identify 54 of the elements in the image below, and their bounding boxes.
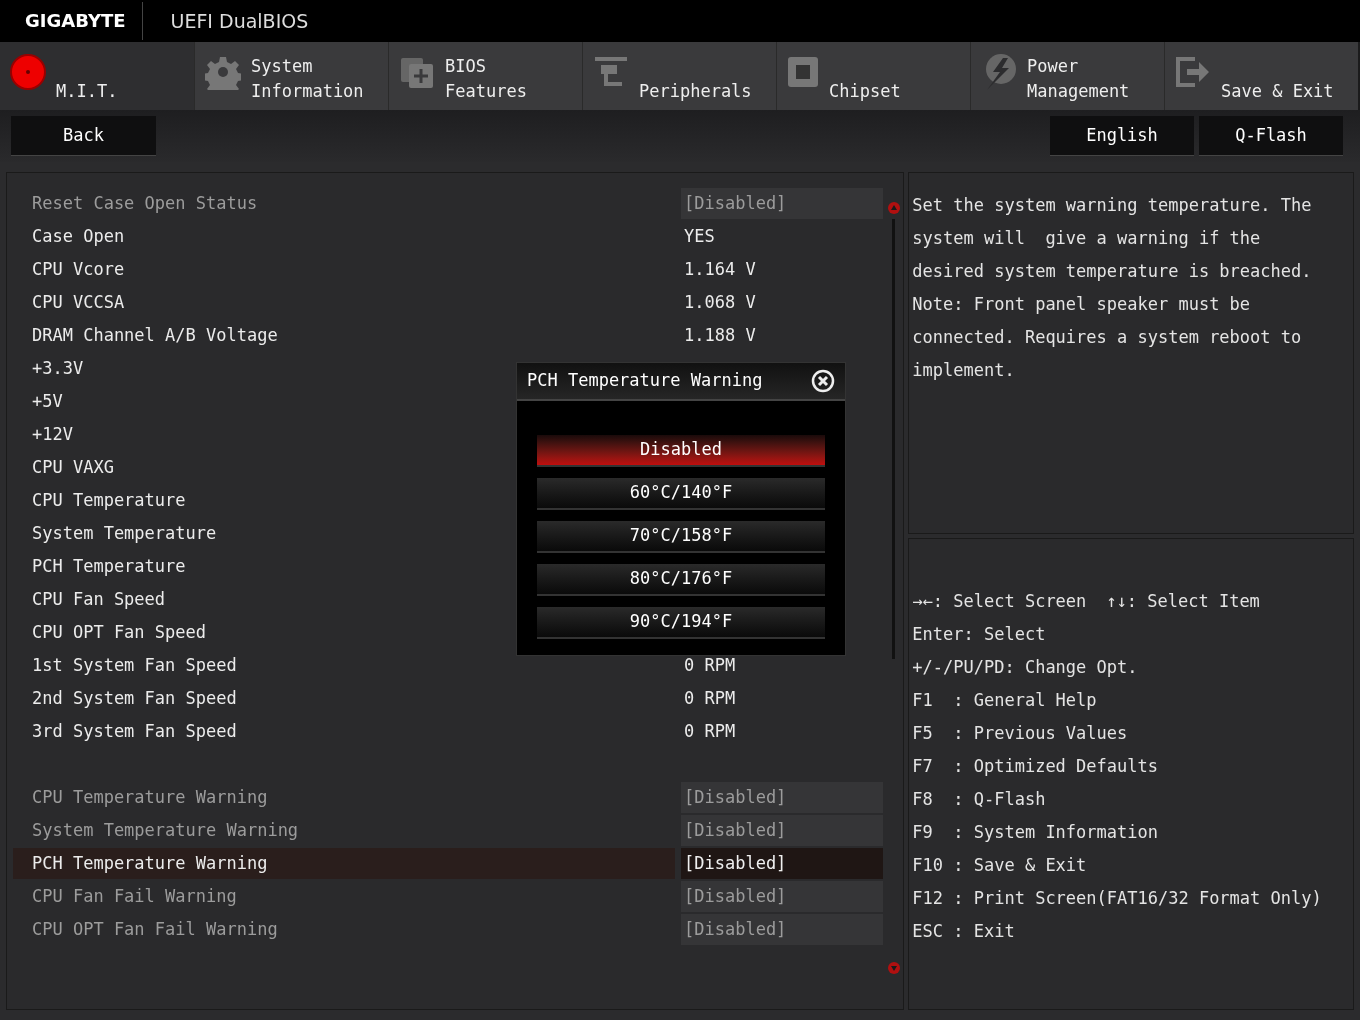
reading-value: 0 RPM — [683, 719, 736, 743]
key-help-text: F7 : Optimized Defaults — [912, 754, 1158, 778]
key-help-text: F10 : Save & Exit — [912, 853, 1087, 877]
setting-label[interactable]: 1st System Fan Speed — [13, 650, 675, 681]
key-help-text: Enter: Select — [912, 622, 1046, 646]
option-value[interactable]: [Disabled] — [681, 848, 883, 879]
setting-label[interactable]: Case Open — [13, 221, 675, 252]
reading-value: 0 RPM — [683, 686, 736, 710]
popup-option[interactable]: 90°C/194°F — [537, 607, 825, 639]
setting-label[interactable]: CPU Vcore — [13, 254, 675, 285]
dot-icon — [10, 54, 46, 90]
popup-option[interactable]: 70°C/158°F — [537, 521, 825, 553]
reading-value: 1.068 V — [683, 290, 756, 314]
popup-option[interactable]: 60°C/140°F — [537, 478, 825, 510]
menu-tab[interactable]: Chipset — [776, 42, 970, 110]
key-help-text: ESC : Exit — [912, 919, 1015, 943]
menu-tab[interactable]: BIOS Features — [388, 42, 582, 110]
key-help-text: F12 : Print Screen(FAT16/32 Format Only) — [912, 886, 1322, 910]
toolbar-button[interactable]: English — [1050, 116, 1194, 156]
menu-tab[interactable]: System Information — [194, 42, 388, 110]
menu-tab[interactable]: Save & Exit — [1164, 42, 1358, 110]
menu-tab[interactable]: Power Management — [970, 42, 1164, 110]
window-title: UEFI DualBIOS — [170, 8, 309, 34]
key-help-text: ↑↓: Select Item — [1106, 589, 1260, 613]
help-text: Set the system warning temperature. The system will give a warning if the desired system temperature is breached. Note: Front panel speaker must be connected. Requires a system reboot to implement. — [912, 194, 1313, 382]
key-help-text: F1 : General Help — [912, 688, 1097, 712]
chip-icon — [787, 56, 819, 88]
menu-tab[interactable]: M.I.T. — [0, 42, 194, 110]
toolbar-button[interactable]: Q-Flash — [1199, 116, 1343, 156]
reading-value: YES — [683, 224, 715, 248]
popup-option[interactable]: Disabled — [537, 435, 825, 467]
popup-title: PCH Temperature Warning — [527, 369, 763, 393]
menu-tab[interactable]: Peripherals — [582, 42, 776, 110]
key-help-text: F8 : Q-Flash — [912, 787, 1046, 811]
scroll-down-icon[interactable] — [887, 961, 901, 975]
reading-value: 0 RPM — [683, 653, 736, 677]
setting-label[interactable]: 2nd System Fan Speed — [13, 683, 675, 714]
key-help-text: F9 : System Information — [912, 820, 1158, 844]
reading-value: 1.164 V — [683, 257, 756, 281]
popup-option[interactable]: 80°C/176°F — [537, 564, 825, 596]
close-icon[interactable] — [811, 369, 835, 393]
brand-logo: GIGABYTE — [25, 2, 143, 40]
setting-label[interactable]: DRAM Channel A/B Voltage — [13, 320, 675, 351]
setting-label[interactable]: CPU VCCSA — [13, 287, 675, 318]
key-help-text: +/-/PU/PD: Change Opt. — [912, 655, 1138, 679]
key-help-text: F5 : Previous Values — [912, 721, 1128, 745]
back-button[interactable]: Back — [11, 116, 156, 156]
scroll-up-icon[interactable] — [887, 201, 901, 215]
key-help-text: →←: Select Screen — [912, 589, 1087, 613]
exit-icon — [1175, 56, 1211, 88]
setting-label[interactable]: PCH Temperature Warning — [13, 848, 675, 879]
gear-icon — [205, 54, 241, 90]
reading-value: 1.188 V — [683, 323, 756, 347]
setting-label[interactable]: 3rd System Fan Speed — [13, 716, 675, 747]
